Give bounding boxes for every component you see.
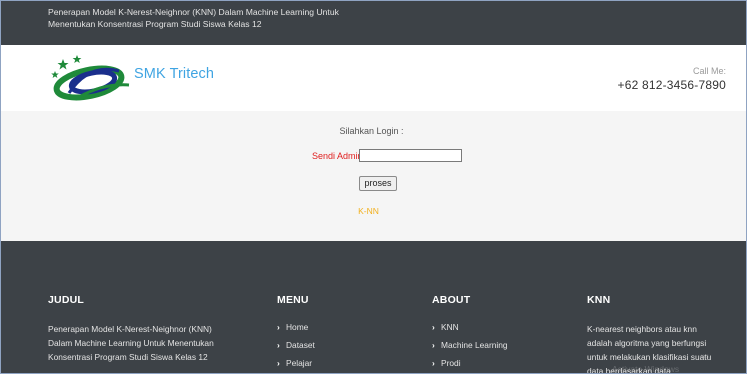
footer-menu-list: › Home › Dataset › Pelajar xyxy=(277,320,315,370)
password-label: Sendi Admin xyxy=(312,151,363,161)
footer-judul-line: Konsentrasi Program Studi Siswa Kelas 12 xyxy=(48,352,208,362)
footer-knn-line: K-nearest neighbors atau knn xyxy=(587,324,697,334)
chevron-right-icon: › xyxy=(432,358,435,368)
activate-windows-watermark: Activate Windows xyxy=(612,364,680,374)
login-title: Silahkan Login : xyxy=(339,126,404,136)
school-logo-icon[interactable] xyxy=(49,53,135,103)
footer-knn-line: adalah algoritma yang berfungsi xyxy=(587,338,707,348)
knn-link[interactable]: K-NN xyxy=(1,206,736,216)
site-title-line2: Menentukan Konsentrasi Program Studi Sis… xyxy=(48,19,262,29)
footer-about-item-knn[interactable]: › KNN xyxy=(432,320,508,334)
footer-about-link[interactable]: KNN xyxy=(441,322,459,332)
header: SMK Tritech Call Me: +62 812-3456-7890 xyxy=(1,45,746,111)
footer-about-link[interactable]: Machine Learning xyxy=(441,340,508,350)
footer-judul-title: JUDUL xyxy=(48,294,85,306)
footer-knn-line: untuk melakukan klasifikasi suatu xyxy=(587,352,712,362)
footer-knn-column: KNN K-nearest neighbors atau knn adalah … xyxy=(587,294,712,373)
footer-menu-link[interactable]: Pelajar xyxy=(286,358,312,368)
site-title: Penerapan Model K-Nerest-Neighnor (KNN) … xyxy=(48,6,368,30)
password-input[interactable] xyxy=(359,149,462,162)
footer-menu-link[interactable]: Dataset xyxy=(286,340,315,350)
footer-about-column: ABOUT › KNN › Machine Learning › Prodi xyxy=(432,294,508,373)
footer-about-item-machine-learning[interactable]: › Machine Learning xyxy=(432,338,508,352)
footer-judul-text: Penerapan Model K-Nerest-Neighnor (KNN) … xyxy=(48,322,214,364)
call-number: +62 812-3456-7890 xyxy=(617,78,726,92)
chevron-right-icon: › xyxy=(277,322,280,332)
footer-judul-line: Penerapan Model K-Nerest-Neighnor (KNN) xyxy=(48,324,212,334)
footer-about-list: › KNN › Machine Learning › Prodi xyxy=(432,320,508,370)
footer: JUDUL Penerapan Model K-Nerest-Neighnor … xyxy=(1,241,746,374)
chevron-right-icon: › xyxy=(432,322,435,332)
brand-name[interactable]: SMK Tritech xyxy=(134,66,214,82)
activate-windows-watermark-sub: ws. xyxy=(701,353,711,360)
footer-knn-title: KNN xyxy=(587,294,611,306)
chevron-right-icon: › xyxy=(277,358,280,368)
footer-menu-link[interactable]: Home xyxy=(286,322,308,332)
top-bar: Penerapan Model K-Nerest-Neighnor (KNN) … xyxy=(1,1,746,45)
footer-menu-item-home[interactable]: › Home xyxy=(277,320,315,334)
footer-about-item-prodi[interactable]: › Prodi xyxy=(432,356,508,370)
browser-viewport: Penerapan Model K-Nerest-Neighnor (KNN) … xyxy=(0,0,747,374)
footer-judul-column: JUDUL Penerapan Model K-Nerest-Neighnor … xyxy=(48,294,214,364)
footer-menu-column: MENU › Home › Dataset › Pelajar xyxy=(277,294,315,373)
footer-menu-item-dataset[interactable]: › Dataset xyxy=(277,338,315,352)
footer-judul-line: Dalam Machine Learning Untuk Menentukan xyxy=(48,338,214,348)
footer-about-link[interactable]: Prodi xyxy=(441,358,461,368)
footer-menu-item-pelajar[interactable]: › Pelajar xyxy=(277,356,315,370)
proses-button[interactable]: proses xyxy=(359,176,397,191)
footer-about-title: ABOUT xyxy=(432,294,471,306)
call-label: Call Me: xyxy=(692,66,726,76)
site-title-line1: Penerapan Model K-Nerest-Neighnor (KNN) … xyxy=(48,7,339,17)
chevron-right-icon: › xyxy=(432,340,435,350)
login-section: Silahkan Login : Sendi Admin proses K-NN xyxy=(1,111,746,241)
chevron-right-icon: › xyxy=(277,340,280,350)
footer-menu-title: MENU xyxy=(277,294,309,306)
